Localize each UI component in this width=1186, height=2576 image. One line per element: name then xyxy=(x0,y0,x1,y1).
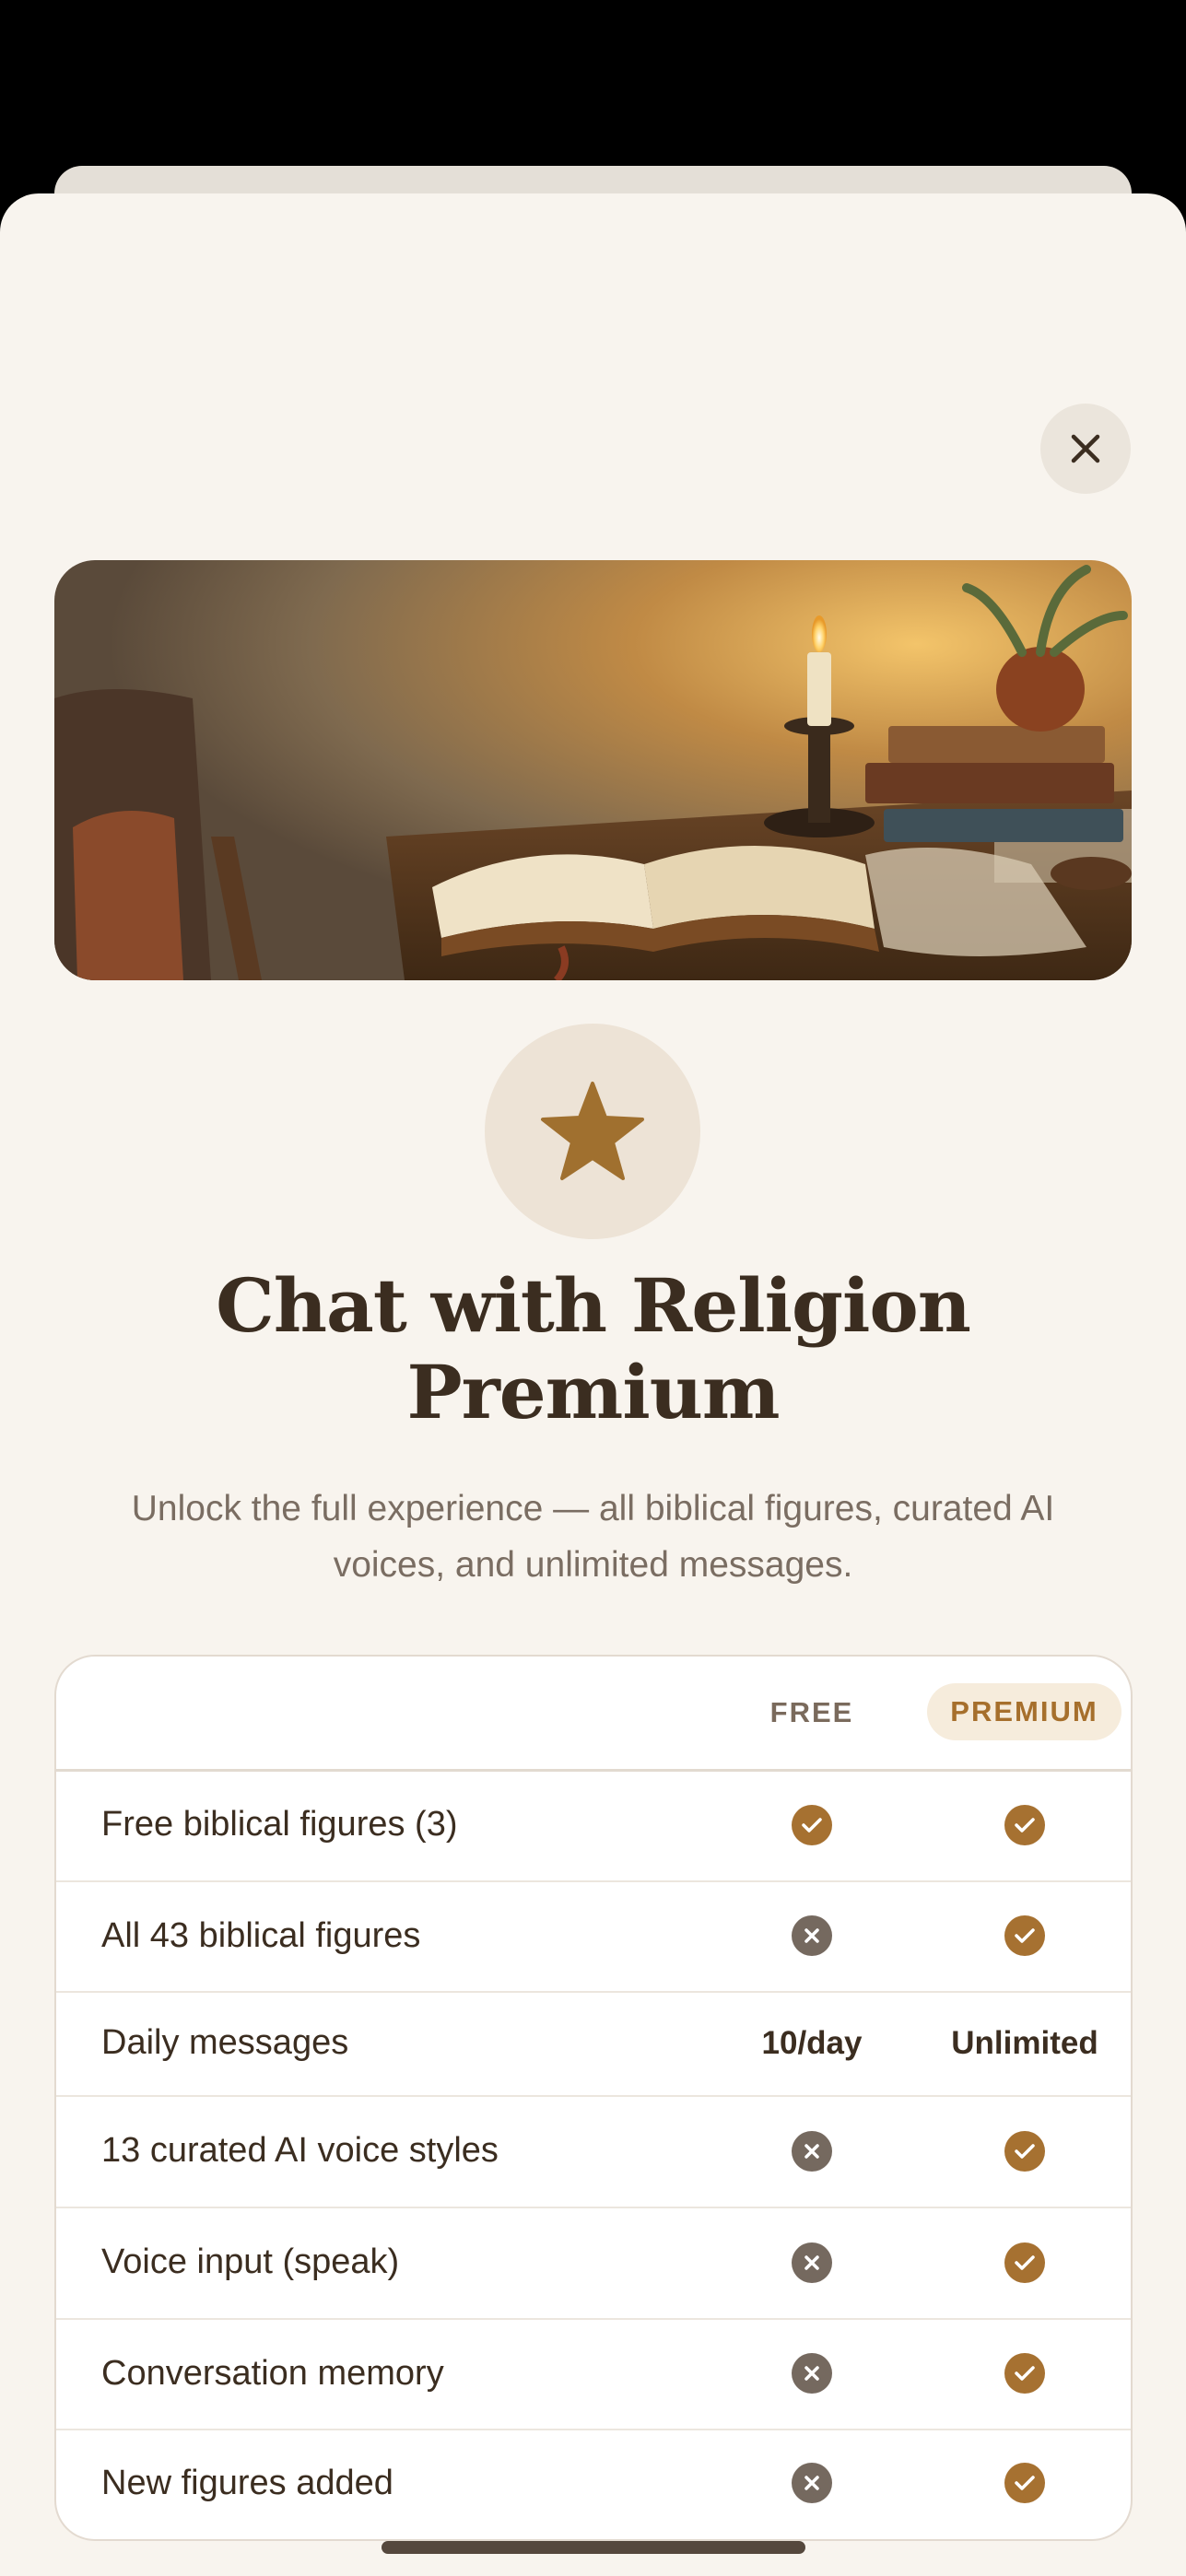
column-header-premium: PREMIUM xyxy=(927,1683,1121,1740)
premium-modal: Chat with Religion Premium Unlock the fu… xyxy=(0,193,1186,2576)
free-cell xyxy=(720,1769,904,1880)
premium-cell xyxy=(933,1880,1117,1991)
page-title: Chat with Religion Premium xyxy=(0,1262,1186,1435)
premium-cell xyxy=(933,2095,1117,2207)
premium-cell xyxy=(933,2429,1117,2537)
check-icon xyxy=(1004,1804,1045,1845)
title-line-2: Premium xyxy=(406,1349,780,1435)
feature-label: Free biblical figures (3) xyxy=(101,1805,458,1844)
table-row: Voice input (speak) xyxy=(56,2207,1131,2320)
check-icon xyxy=(1004,2463,1045,2503)
free-cell: 10/day xyxy=(720,1991,904,2095)
free-cell xyxy=(720,2318,904,2429)
check-icon xyxy=(1004,2130,1045,2172)
comparison-table: FREE PREMIUM Free biblical figures (3) Al… xyxy=(54,1655,1133,2541)
free-cell xyxy=(720,2207,904,2318)
subtitle: Unlock the full experience — all biblica… xyxy=(131,1489,1055,1585)
check-icon xyxy=(1004,1915,1045,1956)
free-value: 10/day xyxy=(761,2024,863,2061)
table-row: Conversation memory xyxy=(56,2318,1131,2430)
x-icon xyxy=(792,1915,832,1956)
close-button[interactable] xyxy=(1040,404,1131,494)
table-row: Free biblical figures (3) xyxy=(56,1769,1131,1882)
x-icon xyxy=(792,2463,832,2503)
title-line-1: Chat with Religion xyxy=(216,1262,971,1349)
star-icon xyxy=(541,1082,644,1180)
x-icon xyxy=(792,2130,832,2172)
premium-badge xyxy=(485,1024,700,1239)
table-row: New figures added xyxy=(56,2429,1131,2537)
feature-label: New figures added xyxy=(101,2463,393,2502)
feature-label: Voice input (speak) xyxy=(101,2242,400,2281)
column-header-free: FREE xyxy=(769,1696,854,1728)
table-header: FREE PREMIUM xyxy=(56,1657,1131,1772)
premium-cell xyxy=(933,2207,1117,2318)
x-icon xyxy=(792,2353,832,2394)
close-icon xyxy=(1071,434,1100,463)
premium-cell xyxy=(933,1769,1117,1880)
x-icon xyxy=(792,2242,832,2283)
feature-label: Daily messages xyxy=(101,2023,349,2062)
feature-label: 13 curated AI voice styles xyxy=(101,2131,499,2170)
free-cell xyxy=(720,2429,904,2537)
premium-cell xyxy=(933,2318,1117,2429)
table-row: 13 curated AI voice styles xyxy=(56,2095,1131,2208)
hero-illustration xyxy=(54,560,1132,980)
free-cell xyxy=(720,1880,904,1991)
premium-value: Unlimited xyxy=(951,2024,1098,2061)
check-icon xyxy=(1004,2242,1045,2283)
table-row: All 43 biblical figures xyxy=(56,1880,1131,1993)
free-cell xyxy=(720,2095,904,2207)
feature-label: All 43 biblical figures xyxy=(101,1915,421,1955)
premium-cell: Unlimited xyxy=(933,1991,1117,2095)
table-row: Daily messages 10/day Unlimited xyxy=(56,1991,1131,2097)
home-indicator xyxy=(382,2541,805,2554)
check-icon xyxy=(792,1804,832,1845)
feature-label: Conversation memory xyxy=(101,2353,444,2393)
check-icon xyxy=(1004,2353,1045,2394)
